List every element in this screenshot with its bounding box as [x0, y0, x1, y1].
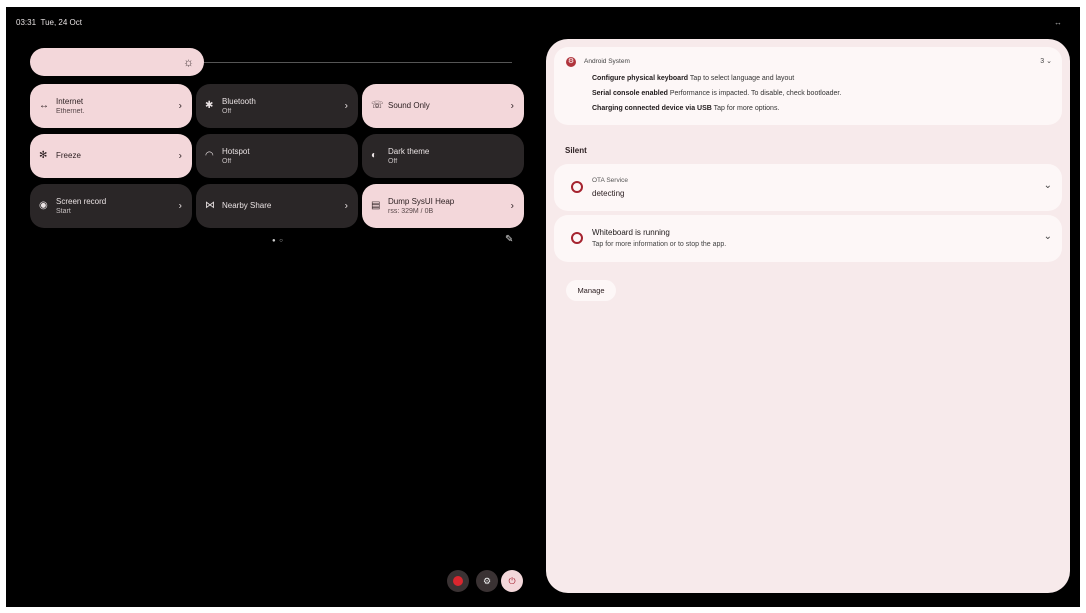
- silent-section-header: Silent: [565, 146, 587, 155]
- power-icon: ⏻: [508, 575, 516, 586]
- tile-bluetooth[interactable]: ✱ Bluetooth Off ›: [196, 84, 358, 128]
- tile-label: Hotspot: [222, 146, 250, 156]
- notification-count-value: 3: [1040, 58, 1045, 65]
- user-switcher-button[interactable]: [447, 570, 469, 592]
- tile-label: Screen record: [56, 196, 107, 206]
- power-button[interactable]: ⏻: [501, 570, 523, 592]
- tile-label: Freeze: [56, 151, 81, 160]
- notification-title: Whiteboard is running: [592, 228, 670, 237]
- nearby-share-icon: ⋈: [205, 200, 215, 211]
- notification-line-title: Serial console enabled: [592, 90, 668, 97]
- notification-line[interactable]: Charging connected device via USB Tap fo…: [592, 105, 779, 112]
- dark-theme-icon: ◐: [371, 150, 378, 161]
- notification-whiteboard[interactable]: Whiteboard is running Tap for more infor…: [554, 215, 1062, 262]
- chevron-right-icon: ›: [344, 200, 348, 212]
- chevron-down-icon[interactable]: ⌄: [1044, 231, 1052, 242]
- tile-label: Internet: [56, 96, 84, 106]
- chevron-right-icon: ›: [510, 100, 514, 112]
- tile-hotspot[interactable]: ◠ Hotspot Off: [196, 134, 358, 178]
- tile-status: Off: [388, 157, 398, 165]
- status-date: Tue, 24 Oct: [40, 18, 82, 27]
- edit-icon[interactable]: ✎: [505, 234, 513, 245]
- android-system-icon: ⚙: [566, 57, 576, 67]
- notification-ota-service[interactable]: OTA Service detecting ⌄: [554, 164, 1062, 211]
- internet-icon: ↔: [39, 100, 49, 111]
- bluetooth-icon: ✱: [205, 100, 214, 111]
- chevron-down-icon: ⌄: [1046, 58, 1052, 65]
- chevron-right-icon: ›: [178, 100, 182, 112]
- tile-dark-theme[interactable]: ◐ Dark theme Off: [362, 134, 524, 178]
- tile-status: Ethernet.: [56, 107, 85, 115]
- tile-label: Dark theme: [388, 146, 430, 156]
- app-icon: [571, 181, 583, 193]
- notification-text: detecting: [592, 189, 625, 198]
- screen: 03:31 Tue, 24 Oct ↔ ☼ ↔ Internet Etherne…: [6, 7, 1080, 607]
- tile-label: Sound Only: [388, 101, 430, 110]
- freeze-icon: ✻: [39, 150, 48, 161]
- notification-text: Tap for more information or to stop the …: [592, 241, 727, 248]
- network-icon: ↔: [1054, 18, 1062, 27]
- gear-icon: ⚙: [482, 575, 492, 586]
- notification-line-title: Charging connected device via USB: [592, 105, 712, 112]
- brightness-icon: ☼: [183, 55, 194, 69]
- notification-title: OTA Service: [592, 177, 629, 184]
- notification-line-text: Tap to select language and layout: [689, 75, 795, 82]
- chevron-right-icon: ›: [178, 150, 182, 162]
- notification-line-title: Configure physical keyboard: [592, 75, 689, 82]
- notification-app-name: Android System: [584, 58, 630, 65]
- status-bar: 03:31 Tue, 24 Oct: [16, 18, 82, 27]
- tile-status: rss: 329M / 0B: [388, 207, 434, 215]
- heap-icon: ▤: [371, 200, 381, 211]
- notification-android-system[interactable]: ⚙ Android System 3 ⌄ Configure physical …: [554, 47, 1062, 125]
- notification-line-text: Tap for more options.: [713, 105, 780, 112]
- app-icon: [571, 232, 583, 244]
- tile-status: Start: [56, 207, 71, 215]
- tile-label: Bluetooth: [222, 96, 256, 106]
- brightness-slider[interactable]: ☼: [30, 48, 204, 76]
- tile-freeze[interactable]: ✻ Freeze ›: [30, 134, 192, 178]
- screen-record-icon: ◉: [39, 200, 48, 211]
- hotspot-icon: ◠: [205, 150, 214, 161]
- tile-status: Off: [222, 157, 232, 165]
- chevron-right-icon: ›: [510, 200, 514, 212]
- settings-button[interactable]: ⚙: [476, 570, 498, 592]
- manage-button[interactable]: Manage: [566, 280, 616, 301]
- tile-dump-sysui-heap[interactable]: ▤ Dump SysUI Heap rss: 329M / 0B ›: [362, 184, 524, 228]
- tile-status: Off: [222, 107, 232, 115]
- tile-label: Nearby Share: [222, 201, 272, 210]
- chevron-right-icon: ›: [344, 100, 348, 112]
- tile-internet[interactable]: ↔ Internet Ethernet. ›: [30, 84, 192, 128]
- chevron-down-icon[interactable]: ⌄: [1044, 180, 1052, 191]
- brightness-track[interactable]: [196, 62, 512, 63]
- notification-line[interactable]: Serial console enabled Performance is im…: [592, 90, 841, 97]
- tile-nearby-share[interactable]: ⋈ Nearby Share ›: [196, 184, 358, 228]
- sound-icon: ☏: [371, 100, 384, 111]
- page-indicator[interactable]: ● ○: [272, 238, 284, 244]
- notification-line-text: Performance is impacted. To disable, che…: [669, 90, 842, 97]
- tile-label: Dump SysUI Heap: [388, 196, 455, 206]
- tile-sound-only[interactable]: ☏ Sound Only ›: [362, 84, 524, 128]
- status-time: 03:31: [16, 18, 37, 27]
- chevron-right-icon: ›: [178, 200, 182, 212]
- notification-panel: ⚙ Android System 3 ⌄ Configure physical …: [546, 39, 1070, 593]
- notification-line[interactable]: Configure physical keyboard Tap to selec…: [592, 75, 794, 82]
- notification-count[interactable]: 3 ⌄: [1040, 57, 1052, 65]
- user-icon: [453, 576, 463, 586]
- tile-screen-record[interactable]: ◉ Screen record Start ›: [30, 184, 192, 228]
